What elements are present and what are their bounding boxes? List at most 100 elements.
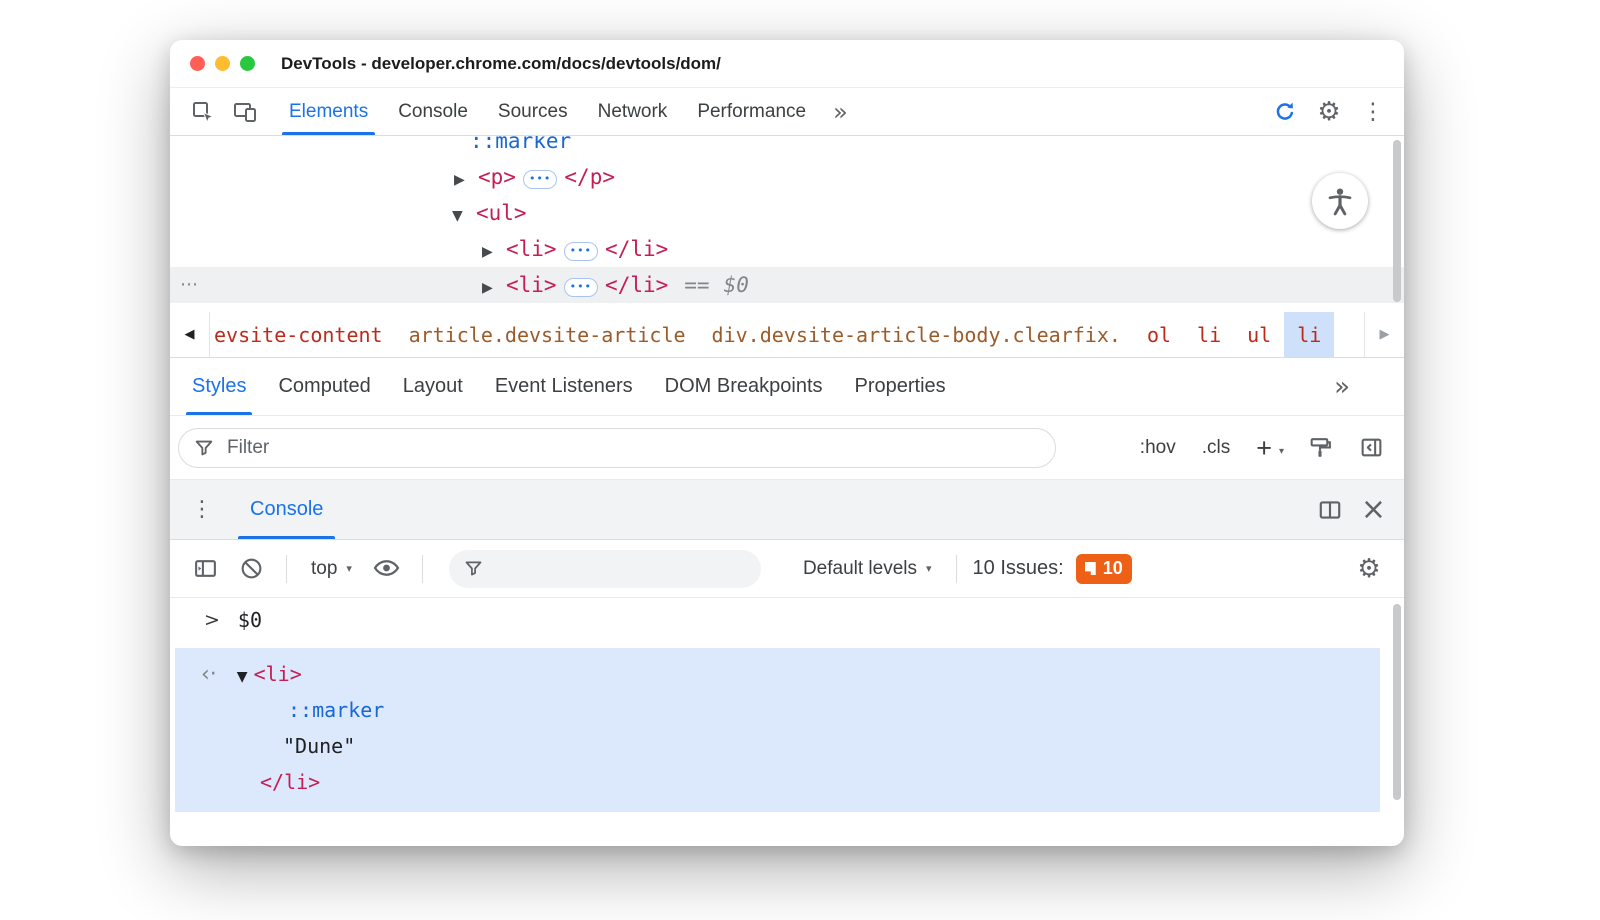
kebab-menu-icon[interactable]: ⋮ [1354, 93, 1392, 131]
styles-filter-controls: :hov .cls +▾ [1140, 435, 1384, 460]
accessibility-person-icon [1312, 173, 1368, 229]
evaluated-expression-text: $0 [238, 608, 262, 632]
devtools-toolbar: Elements Console Sources Network Perform… [170, 88, 1404, 136]
result-line-li-close: </li> [175, 764, 1380, 800]
issues-label: 10 Issues: [973, 557, 1064, 580]
breadcrumb-scroll-right-icon[interactable]: ▶ [1364, 312, 1404, 357]
refresh-square-icon[interactable] [1266, 93, 1304, 131]
styles-filter-input[interactable] [225, 436, 1041, 460]
dom-node-ul[interactable]: ▼<ul> [170, 195, 1404, 231]
dom-node-li[interactable]: ▶<li>•••</li> [170, 231, 1404, 267]
issues-count: 10 [1103, 558, 1123, 579]
dom-tree-scrollbar[interactable] [1393, 140, 1401, 302]
collapsed-arrow-icon[interactable]: ▶ [482, 270, 506, 306]
inline-expand-icon[interactable]: ••• [523, 170, 557, 189]
dom-node-p[interactable]: ▶<p> ••• </p> [170, 159, 1404, 195]
expanded-arrow-icon[interactable]: ▼ [452, 198, 476, 234]
dom-node-marker[interactable]: ::marker [170, 136, 1404, 159]
tab-performance[interactable]: Performance [682, 88, 821, 135]
prompt-chevron-icon: > [204, 609, 220, 631]
console-settings-gear-icon[interactable]: ⚙ [1350, 550, 1388, 588]
breadcrumb-item-ul[interactable]: ul [1234, 312, 1284, 357]
tab-layout[interactable]: Layout [387, 358, 479, 415]
issues-badge[interactable]: 10 [1076, 554, 1132, 584]
caret-down-icon: ▾ [1279, 442, 1284, 462]
tab-computed[interactable]: Computed [262, 358, 386, 415]
inspect-element-icon[interactable] [182, 88, 224, 135]
breadcrumb-scroll-left-icon[interactable]: ◀ [170, 312, 210, 357]
settings-gear-icon[interactable]: ⚙ [1310, 93, 1348, 131]
breadcrumb-item-ol[interactable]: ol [1134, 312, 1184, 357]
toolbar-right-controls: ⚙ ⋮ [1266, 88, 1404, 135]
console-scrollbar[interactable] [1393, 604, 1401, 800]
toggle-class-button[interactable]: .cls [1202, 437, 1231, 459]
split-panel-icon[interactable] [1317, 497, 1343, 523]
result-line-marker[interactable]: ::marker [175, 692, 1380, 728]
breadcrumb-item-devsite-content[interactable]: evsite-content [210, 312, 396, 357]
console-sidebar-icon[interactable] [186, 550, 224, 588]
devtools-window: DevTools - developer.chrome.com/docs/dev… [170, 40, 1404, 846]
tag-open: <li> [506, 273, 557, 297]
log-levels-label: Default levels [803, 558, 917, 580]
returned-value-arrow-icon: ‹· [201, 662, 217, 687]
issues-counter[interactable]: 10 Issues: 10 [973, 554, 1132, 584]
tab-elements[interactable]: Elements [274, 88, 383, 135]
dock-sidebar-icon[interactable] [1359, 435, 1384, 460]
styles-filter-field[interactable] [178, 428, 1056, 468]
window-title: DevTools - developer.chrome.com/docs/dev… [281, 54, 721, 74]
console-evaluated-expression[interactable]: > $0 [170, 598, 1404, 642]
device-toolbar-icon[interactable] [224, 88, 266, 135]
collapsed-arrow-icon[interactable]: ▶ [454, 162, 478, 198]
breadcrumb-item-li-selected[interactable]: li [1284, 312, 1334, 357]
tag-close: </p> [564, 165, 615, 189]
tab-event-listeners[interactable]: Event Listeners [479, 358, 649, 415]
filter-funnel-icon [463, 558, 484, 579]
paintbrush-icon[interactable] [1308, 435, 1333, 460]
result-tag-open: <li> [254, 662, 302, 686]
row-menu-icon[interactable]: ⋯ [180, 267, 199, 303]
divider [956, 555, 957, 583]
console-filter-input[interactable] [494, 557, 747, 581]
breadcrumb-item-div[interactable]: div.devsite-article-body.clearfix. [699, 312, 1134, 357]
breadcrumb: ◀ evsite-content article.devsite-article… [170, 312, 1404, 358]
tab-network[interactable]: Network [583, 88, 683, 135]
tab-styles[interactable]: Styles [176, 358, 262, 415]
titlebar: DevTools - developer.chrome.com/docs/dev… [170, 40, 1404, 88]
tab-properties[interactable]: Properties [839, 358, 962, 415]
minimize-window-button[interactable] [215, 56, 230, 71]
zoom-window-button[interactable] [240, 56, 255, 71]
drawer-kebab-menu-icon[interactable]: ⋮ [188, 480, 216, 539]
tag-open: <p> [478, 165, 516, 189]
more-sidebar-tabs-icon[interactable]: » [1334, 358, 1350, 415]
tab-dom-breakpoints[interactable]: DOM Breakpoints [649, 358, 839, 415]
tag-close: </li> [605, 273, 668, 297]
tab-sources[interactable]: Sources [483, 88, 583, 135]
sidebar-tabs: Styles Computed Layout Event Listeners D… [170, 358, 1404, 416]
close-window-button[interactable] [190, 56, 205, 71]
inline-expand-icon[interactable]: ••• [564, 242, 598, 261]
breadcrumb-item-li[interactable]: li [1184, 312, 1234, 357]
breadcrumb-item-article[interactable]: article.devsite-article [396, 312, 699, 357]
dom-node-li-selected[interactable]: ⋯▶<li>•••</li>==$0 [170, 267, 1404, 303]
expanded-arrow-icon[interactable]: ▼ [237, 659, 248, 695]
console-result-selected[interactable]: ‹·▼<li> ::marker "Dune" </li> [175, 648, 1380, 812]
collapsed-arrow-icon[interactable]: ▶ [482, 234, 506, 270]
plus-icon: + [1256, 433, 1272, 463]
panel-tabs: Elements Console Sources Network Perform… [274, 88, 860, 135]
elements-tree: ::marker ▶<p>•••</p> ▼<ul> ▶<li>•••</li>… [170, 136, 1404, 312]
inline-expand-icon[interactable]: ••• [564, 278, 598, 297]
close-drawer-icon[interactable]: × [1361, 495, 1386, 525]
styles-filter-row: :hov .cls +▾ [170, 416, 1404, 480]
context-selector-dropdown[interactable]: top▾ [303, 558, 360, 580]
toggle-hover-state-button[interactable]: :hov [1140, 437, 1176, 459]
divider [422, 555, 423, 583]
new-style-rule-button[interactable]: +▾ [1256, 438, 1282, 458]
drawer-tab-console[interactable]: Console [232, 480, 341, 539]
more-panels-icon[interactable]: » [821, 88, 860, 135]
tab-console[interactable]: Console [383, 88, 483, 135]
log-levels-dropdown[interactable]: Default levels▾ [795, 558, 940, 580]
console-filter-field[interactable] [449, 550, 761, 588]
result-line-li-open: ‹· ▼<li> [175, 656, 1380, 692]
clear-console-icon[interactable] [232, 550, 270, 588]
live-expression-eye-icon[interactable] [368, 550, 406, 588]
